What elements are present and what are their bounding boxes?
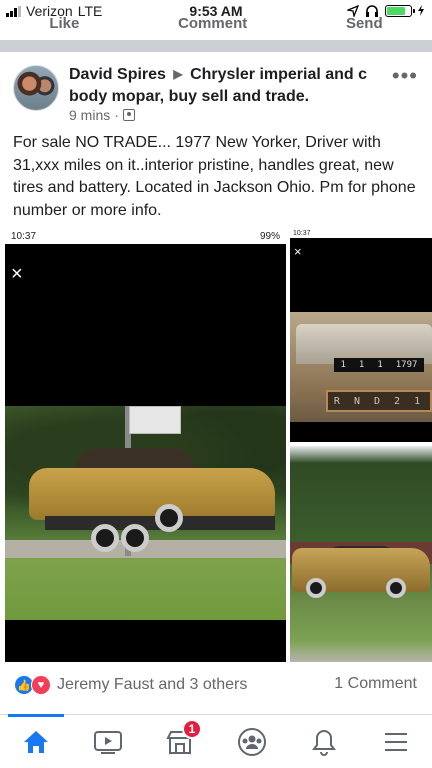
post-timestamp[interactable]: 9 mins [69, 107, 110, 123]
comment-count[interactable]: 1 Comment [334, 675, 417, 693]
previous-post-actions: Like Comment Send [0, 12, 432, 28]
like-action[interactable]: Like [49, 15, 79, 28]
author-name[interactable]: David Spires [69, 66, 166, 83]
reactions-text: Jeremy Faust and 3 others [57, 676, 248, 693]
arrow-right-icon: ▶ [173, 67, 183, 81]
embedded-clock: 10:37 [11, 230, 37, 242]
tab-menu[interactable] [360, 715, 432, 768]
reactions-summary[interactable]: 👍 ♥ Jeremy Faust and 3 others [14, 675, 247, 695]
close-icon: × [11, 263, 23, 285]
photo-main[interactable]: 10:37 99% × [5, 228, 286, 662]
marketplace-badge: 1 [182, 719, 202, 739]
embedded-status-bar: 10:37 [290, 228, 432, 238]
post-meta: 9 mins · [69, 107, 135, 123]
love-reaction-icon: ♥ [31, 675, 51, 695]
bottom-tab-bar: 1 [0, 714, 432, 768]
post-separator [0, 40, 432, 52]
bell-icon [312, 729, 336, 756]
embedded-battery: 99% [259, 230, 280, 242]
shifter-indicator: R N D 2 1 [326, 390, 432, 412]
home-icon [24, 730, 48, 753]
dashboard-image: 1 1 1 1797 R N D 2 1 [290, 312, 432, 422]
close-icon: × [294, 244, 302, 259]
photo-dashboard[interactable]: 10:37 × 1 1 1 1797 R N D 2 1 [290, 228, 432, 442]
group-privacy-icon [122, 109, 135, 121]
author-avatar[interactable] [13, 65, 59, 111]
tab-watch[interactable] [72, 715, 144, 768]
tab-groups[interactable] [216, 715, 288, 768]
more-options-icon[interactable]: ••• [392, 65, 418, 87]
video-icon [94, 730, 122, 754]
comment-action[interactable]: Comment [178, 15, 247, 28]
post-body: For sale NO TRADE... 1977 New Yorker, Dr… [13, 134, 416, 219]
embedded-status-bar: 10:37 99% [5, 228, 286, 244]
menu-icon [385, 732, 407, 751]
send-action[interactable]: Send [346, 15, 383, 28]
odometer: 1 1 1 1797 [334, 358, 424, 372]
car-on-trailer-image [5, 406, 286, 620]
tab-home[interactable] [0, 714, 72, 768]
groups-icon [238, 727, 266, 756]
tab-marketplace[interactable]: 1 [144, 715, 216, 768]
tab-notifications[interactable] [288, 715, 360, 768]
photo-car-side[interactable] [290, 446, 432, 662]
embedded-clock: 10:37 [293, 229, 311, 237]
post-header-title: David Spires ▶ Chrysler imperial and c b… [69, 64, 385, 107]
